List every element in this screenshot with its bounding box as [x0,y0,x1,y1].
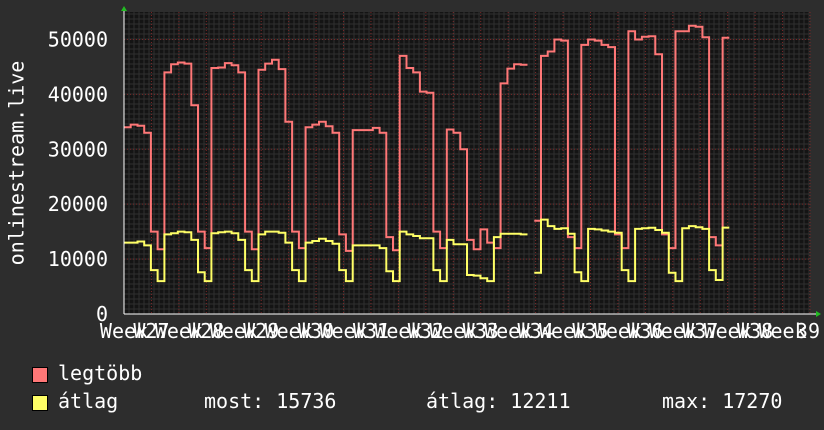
y-tick-label: 30000 [48,137,108,161]
x-tick-labels: WeekW27WeekW28WeekW29WeekW30WeekW31WeekW… [100,319,820,343]
legend-max-label: legtöbb [58,361,143,385]
legend-avg-swatch [32,395,48,411]
x-axis-arrow [816,311,821,317]
legend-max-swatch [32,367,48,383]
stat-average: átlag: 12211 [426,389,571,413]
y-tick-label: 10000 [48,247,108,271]
y-tick-label: 20000 [48,192,108,216]
y-axis-label: onlinestream.live [5,61,29,266]
stat-current: most: 15736 [204,389,337,413]
y-tick-label: 50000 [48,27,108,51]
y-axis-arrow [121,6,127,11]
y-tick-labels: 01000020000300004000050000 [48,27,108,326]
y-tick-label: 40000 [48,82,108,106]
x-tick-label: 39 [796,319,820,343]
stat-max: max: 17270 [662,389,783,413]
legend-avg-label: átlag [58,389,119,413]
